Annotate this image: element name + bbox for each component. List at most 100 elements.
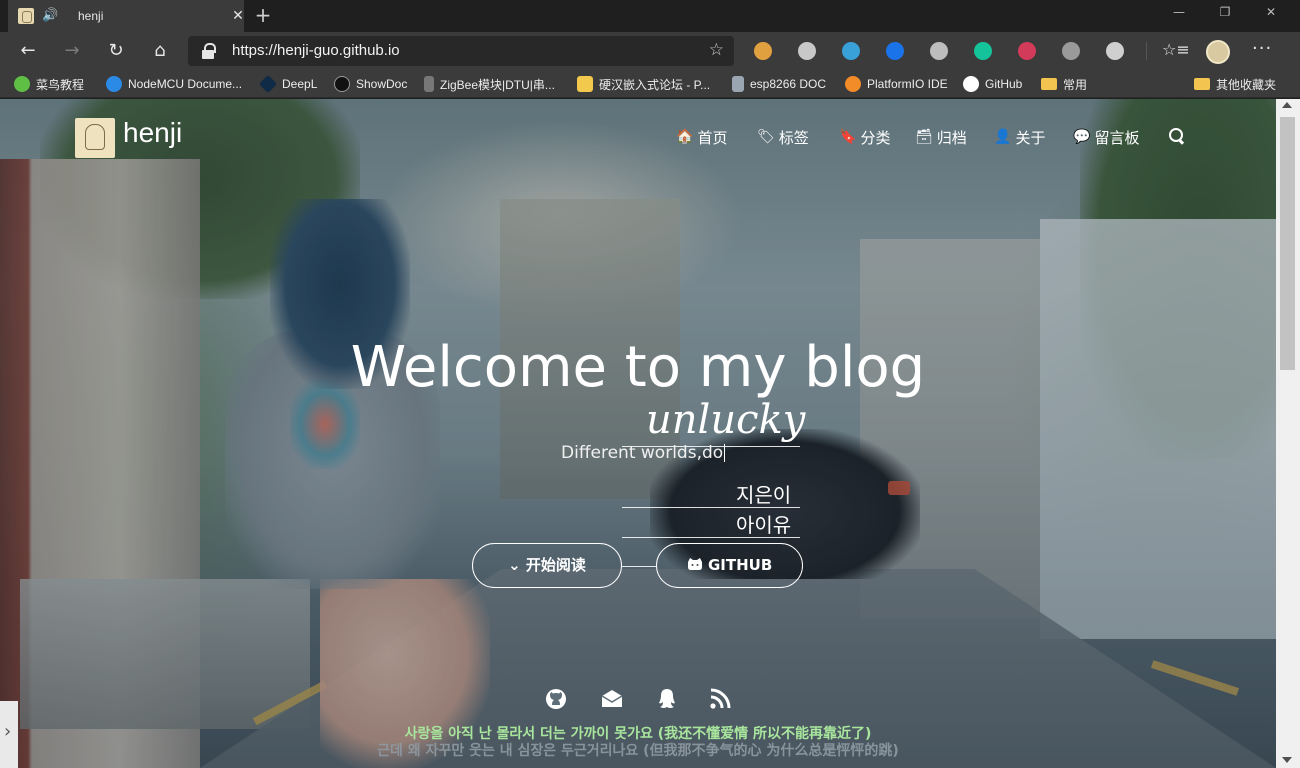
v-extension-icon[interactable] bbox=[930, 42, 948, 60]
start-reading-button[interactable]: ⌄ 开始阅读 bbox=[472, 543, 622, 588]
bookmark-label: 菜鸟教程 bbox=[36, 77, 85, 92]
bookmark-label: NodeMCU Docume... bbox=[128, 77, 243, 91]
github-icon[interactable] bbox=[544, 687, 568, 711]
nav-categories[interactable]: 🔖 分类 bbox=[839, 127, 890, 147]
nav-label: 留言板 bbox=[1094, 128, 1140, 147]
site-logo[interactable] bbox=[75, 118, 115, 158]
new-tab-button[interactable]: + bbox=[252, 4, 274, 26]
url-text[interactable]: https://henji-guo.github.io bbox=[232, 36, 400, 66]
side-panel-toggle[interactable] bbox=[0, 701, 18, 768]
bg-overlay bbox=[0, 99, 1276, 768]
bookmark-favicon-icon bbox=[14, 76, 30, 92]
korean-name-2: 아이유 bbox=[736, 513, 792, 537]
lock-icon[interactable] bbox=[202, 43, 216, 59]
github-button-label: GITHUB bbox=[707, 556, 773, 574]
scroll-up-arrow-icon[interactable] bbox=[1282, 102, 1292, 108]
rss-icon[interactable] bbox=[708, 687, 732, 711]
bookmark-item[interactable]: ZigBee模块|DTU|串... bbox=[424, 70, 555, 98]
browser-tab[interactable]: 🔊 henji ✕ bbox=[8, 0, 244, 32]
bookmark-favicon-icon bbox=[845, 76, 861, 92]
page-scrollbar[interactable] bbox=[1276, 99, 1300, 768]
favorite-star-icon[interactable]: ☆ bbox=[709, 40, 724, 60]
hero-subtitle-text: Different worlds,do bbox=[561, 443, 724, 463]
bookmark-item[interactable]: 硬汉嵌入式论坛 - P... bbox=[577, 70, 710, 98]
owl-extension-icon[interactable] bbox=[754, 42, 772, 60]
other-bookmarks-label: 其他收藏夹 bbox=[1216, 77, 1277, 92]
bookmark-item[interactable]: NodeMCU Docume... bbox=[106, 70, 242, 98]
nav-archives[interactable]: 🗃 归档 bbox=[915, 127, 967, 147]
bookmark-item[interactable]: DeepL bbox=[258, 70, 317, 98]
signature-underline bbox=[622, 507, 800, 508]
bookmark-item[interactable]: PlatformIO IDE bbox=[845, 70, 948, 98]
bookmarks-bar: 菜鸟教程 NodeMCU Docume... DeepL ShowDoc Zig… bbox=[0, 70, 1300, 98]
tab-title: henji bbox=[78, 9, 104, 23]
bookmark-item[interactable]: GitHub bbox=[963, 70, 1022, 98]
github-cat-icon bbox=[687, 558, 702, 570]
signature-underline bbox=[622, 566, 656, 567]
folder-icon bbox=[1194, 78, 1210, 90]
grammarly-extension-icon[interactable] bbox=[974, 42, 992, 60]
download-extension-icon[interactable] bbox=[1018, 42, 1036, 60]
speaker-icon[interactable]: 🔊 bbox=[42, 6, 62, 26]
nav-label: 首页 bbox=[697, 128, 728, 147]
close-tab-icon[interactable]: ✕ bbox=[228, 6, 248, 26]
globe-extension-icon[interactable] bbox=[842, 42, 860, 60]
search-icon[interactable] bbox=[1169, 128, 1185, 144]
reader-extension-icon[interactable] bbox=[1106, 42, 1124, 60]
github-button[interactable]: GITHUB bbox=[656, 543, 803, 588]
folder-icon bbox=[1041, 78, 1057, 90]
more-menu-button[interactable]: ··· bbox=[1252, 38, 1272, 59]
nav-about[interactable]: 👤 关于 bbox=[994, 127, 1045, 147]
archive-icon: 🗃 bbox=[915, 129, 933, 145]
minimize-button[interactable]: — bbox=[1156, 0, 1202, 24]
scrollbar-thumb[interactable] bbox=[1280, 117, 1295, 370]
bookmark-item[interactable]: ShowDoc bbox=[334, 70, 407, 98]
shield-extension-icon[interactable] bbox=[798, 42, 816, 60]
forward-button[interactable]: → bbox=[58, 38, 86, 64]
nav-guestbook[interactable]: 💬 留言板 bbox=[1073, 127, 1139, 147]
bookmark-favicon-icon bbox=[258, 74, 278, 94]
hero-subtitle: Different worlds,do bbox=[561, 443, 726, 463]
nav-label: 标签 bbox=[778, 128, 809, 147]
bookmark-favicon-icon bbox=[424, 76, 434, 92]
n-extension-icon[interactable] bbox=[886, 42, 904, 60]
start-reading-label: 开始阅读 bbox=[525, 556, 586, 574]
hero-title: Welcome to my blog bbox=[350, 335, 926, 400]
bookmark-folder[interactable]: 常用 bbox=[1041, 70, 1087, 98]
home-icon: 🏠 bbox=[676, 129, 694, 145]
browser-tab-bar: 🔊 henji ✕ + — ❐ ✕ bbox=[0, 0, 1300, 32]
nav-label: 归档 bbox=[936, 128, 967, 147]
site-name[interactable]: henji bbox=[123, 117, 182, 149]
signature-text: unlucky bbox=[646, 397, 806, 443]
other-bookmarks-folder[interactable]: 其他收藏夹 bbox=[1194, 70, 1276, 98]
bookmark-item[interactable]: 菜鸟教程 bbox=[14, 70, 84, 98]
nav-label: 关于 bbox=[1015, 128, 1046, 147]
chevron-down-icon: ⌄ bbox=[508, 556, 521, 574]
bookmark-label: 硬汉嵌入式论坛 - P... bbox=[599, 77, 711, 92]
page-viewport: henji 🏠 首页 🏷 标签 🔖 分类 🗃 归档 👤 关于 💬 留言板 Welcome t… bbox=[0, 99, 1276, 768]
nav-label: 分类 bbox=[860, 128, 891, 147]
qq-penguin-icon[interactable] bbox=[655, 687, 679, 711]
favorites-list-icon[interactable]: ☆≡ bbox=[1162, 40, 1190, 59]
nav-tags[interactable]: 🏷 标签 bbox=[757, 127, 809, 147]
maximize-button[interactable]: ❐ bbox=[1202, 0, 1248, 24]
nav-home[interactable]: 🏠 首页 bbox=[676, 127, 727, 147]
github-icon bbox=[963, 76, 979, 92]
home-button[interactable]: ⌂ bbox=[146, 38, 174, 64]
bookmark-label: esp8266 DOC bbox=[750, 77, 827, 91]
back-button[interactable]: ← bbox=[14, 38, 42, 64]
address-bar[interactable]: https://henji-guo.github.io ☆ bbox=[188, 36, 734, 66]
reload-button[interactable]: ↻ bbox=[102, 38, 130, 64]
bookmark-item[interactable]: esp8266 DOC bbox=[732, 70, 826, 98]
bookmark-label: ZigBee模块|DTU|串... bbox=[440, 77, 555, 92]
browser-toolbar: ← → ↻ ⌂ https://henji-guo.github.io ☆ ☆≡… bbox=[0, 32, 1300, 70]
lyric-line-next: 근데 왜 자꾸만 웃는 내 심장은 두근거리나요 (但我那不争气的心 为什么总是… bbox=[377, 743, 899, 759]
signature-underline bbox=[622, 537, 800, 538]
ghost-extension-icon[interactable] bbox=[1062, 42, 1080, 60]
scroll-down-arrow-icon[interactable] bbox=[1282, 757, 1292, 763]
close-window-button[interactable]: ✕ bbox=[1248, 0, 1294, 24]
envelope-icon[interactable] bbox=[600, 687, 624, 711]
profile-avatar[interactable] bbox=[1206, 40, 1230, 64]
korean-name-1: 지은이 bbox=[736, 483, 792, 507]
bookmark-label: 常用 bbox=[1063, 77, 1088, 92]
